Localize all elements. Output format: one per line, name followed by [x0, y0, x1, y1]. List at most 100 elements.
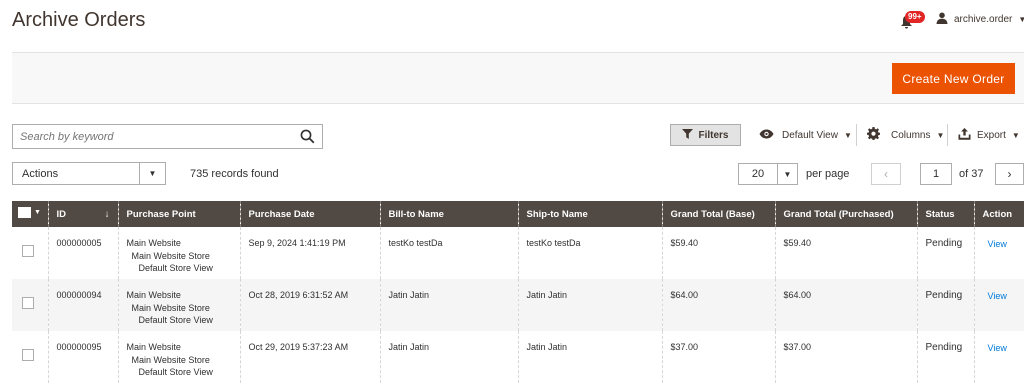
column-header-bill-to-name[interactable]: Bill-to Name — [379, 201, 518, 227]
cell-purchase-date: Oct 29, 2019 5:37:23 AM — [239, 331, 380, 383]
cell-id: 000000094 — [47, 279, 118, 331]
sort-arrow-icon: ↓ — [104, 208, 110, 220]
next-page-button[interactable]: › — [995, 163, 1024, 185]
page-title: Archive Orders — [12, 9, 146, 31]
purchase-point-website: Main Website — [126, 290, 181, 300]
purchase-point-store: Main Website Store — [131, 354, 210, 365]
page-number-input[interactable]: 1 — [920, 163, 952, 185]
search-input[interactable] — [13, 125, 292, 148]
per-page-value: 20 — [751, 168, 765, 180]
user-menu[interactable]: archive.order ▼ — [936, 12, 1024, 27]
total-pages: of 37 — [959, 168, 984, 180]
page-actions-bar: Create New Order — [12, 52, 1024, 104]
view-link[interactable]: View — [988, 291, 1007, 301]
per-page-label: per page — [806, 168, 850, 180]
view-label: Default View — [782, 129, 838, 141]
cell-grand-total-purchased: $37.00 — [774, 331, 917, 383]
cell-status: Pending — [916, 227, 974, 279]
purchase-point-store: Main Website Store — [131, 302, 210, 313]
cell-bill-to-name: Jatin Jatin — [379, 279, 518, 331]
create-new-order-button[interactable]: Create New Order — [892, 63, 1015, 94]
cell-ship-to-name: Jatin Jatin — [517, 279, 662, 331]
cell-status: Pending — [916, 279, 974, 331]
column-header-grand-total-base[interactable]: Grand Total (Base) — [661, 201, 775, 227]
cell-grand-total-purchased: $64.00 — [774, 279, 917, 331]
view-link[interactable]: View — [988, 343, 1007, 353]
chevron-down-icon: ▼ — [777, 164, 797, 184]
cell-ship-to-name: Jatin Jatin — [517, 331, 662, 383]
cell-grand-total-base: $37.00 — [661, 331, 775, 383]
table-row: 000000005 Main Website Main Website Stor… — [12, 227, 1024, 279]
export-dropdown[interactable]: Export ▼ — [958, 124, 1020, 146]
mass-select-header[interactable]: ▼ — [12, 201, 48, 227]
cell-purchase-point: Main Website Main Website Store Default … — [117, 227, 240, 279]
gear-icon — [867, 127, 880, 143]
column-header-action: Action — [973, 201, 1024, 227]
row-select-cell — [12, 331, 48, 383]
chevron-down-icon: ▼ — [34, 209, 41, 216]
mass-actions-dropdown[interactable]: Actions ▼ — [12, 162, 166, 185]
cell-action: View — [973, 331, 1024, 383]
purchase-point-store: Main Website Store — [131, 250, 210, 261]
toolbar-divider — [856, 124, 857, 146]
per-page-select[interactable]: 20 ▼ — [738, 163, 798, 185]
cell-ship-to-name: testKo testDa — [517, 227, 662, 279]
previous-page-button[interactable]: ‹ — [871, 163, 901, 185]
columns-label: Columns — [891, 129, 931, 141]
column-header-purchase-point[interactable]: Purchase Point — [117, 201, 240, 227]
column-header-id[interactable]: ID ↓ — [47, 201, 118, 227]
chevron-right-icon: › — [1007, 167, 1012, 181]
cell-id: 000000095 — [47, 331, 118, 383]
cell-purchase-point: Main Website Main Website Store Default … — [117, 331, 240, 383]
cell-bill-to-name: Jatin Jatin — [379, 331, 518, 383]
cell-grand-total-base: $64.00 — [661, 279, 775, 331]
chevron-down-icon: ▼ — [139, 163, 165, 184]
columns-dropdown[interactable]: Columns ▼ — [867, 124, 944, 146]
export-icon — [958, 127, 971, 143]
cell-bill-to-name: testKo testDa — [379, 227, 518, 279]
cell-grand-total-base: $59.40 — [661, 227, 775, 279]
column-header-status[interactable]: Status — [916, 201, 974, 227]
search-icon[interactable] — [292, 129, 322, 144]
notifications-button[interactable]: 99+ — [900, 11, 925, 31]
row-select-cell — [12, 227, 48, 279]
row-checkbox[interactable] — [22, 245, 34, 257]
cell-grand-total-purchased: $59.40 — [774, 227, 917, 279]
table-row: 000000095 Main Website Main Website Stor… — [12, 331, 1024, 383]
chevron-left-icon: ‹ — [884, 167, 888, 181]
table-row: 000000094 Main Website Main Website Stor… — [12, 279, 1024, 331]
column-header-ship-to-name[interactable]: Ship-to Name — [517, 201, 662, 227]
cell-purchase-date: Sep 9, 2024 1:41:19 PM — [239, 227, 380, 279]
purchase-point-website: Main Website — [126, 342, 181, 352]
chevron-down-icon: ▼ — [1018, 15, 1024, 24]
row-checkbox[interactable] — [22, 297, 34, 309]
purchase-point-view: Default Store View — [138, 315, 213, 325]
filters-button[interactable]: Filters — [670, 124, 741, 146]
grid-header-row: ▼ ID ↓ Purchase Point Purchase Date Bill… — [12, 201, 1024, 227]
eye-icon — [759, 129, 774, 142]
mass-select-checkbox[interactable]: ▼ — [18, 207, 41, 218]
filters-label: Filters — [698, 129, 729, 141]
view-dropdown[interactable]: Default View ▼ — [759, 124, 852, 146]
mass-actions-label: Actions — [22, 167, 59, 180]
search-box — [12, 124, 323, 149]
cell-status: Pending — [916, 331, 974, 383]
purchase-point-website: Main Website — [126, 238, 181, 248]
purchase-point-view: Default Store View — [138, 367, 213, 377]
chevron-down-icon: ▼ — [936, 130, 945, 140]
cell-action: View — [973, 279, 1024, 331]
orders-grid: ▼ ID ↓ Purchase Point Purchase Date Bill… — [12, 201, 1024, 383]
column-label: ID — [56, 208, 67, 220]
row-checkbox[interactable] — [22, 349, 34, 361]
cell-id: 000000005 — [47, 227, 118, 279]
column-header-purchase-date[interactable]: Purchase Date — [239, 201, 380, 227]
export-label: Export — [977, 129, 1006, 141]
row-select-cell — [12, 279, 48, 331]
cell-purchase-point: Main Website Main Website Store Default … — [117, 279, 240, 331]
purchase-point-view: Default Store View — [138, 263, 213, 273]
view-link[interactable]: View — [988, 239, 1007, 249]
toolbar-divider — [947, 124, 948, 146]
column-header-grand-total-purchased[interactable]: Grand Total (Purchased) — [774, 201, 917, 227]
filter-icon — [682, 128, 694, 142]
chevron-down-icon: ▼ — [1011, 130, 1020, 140]
